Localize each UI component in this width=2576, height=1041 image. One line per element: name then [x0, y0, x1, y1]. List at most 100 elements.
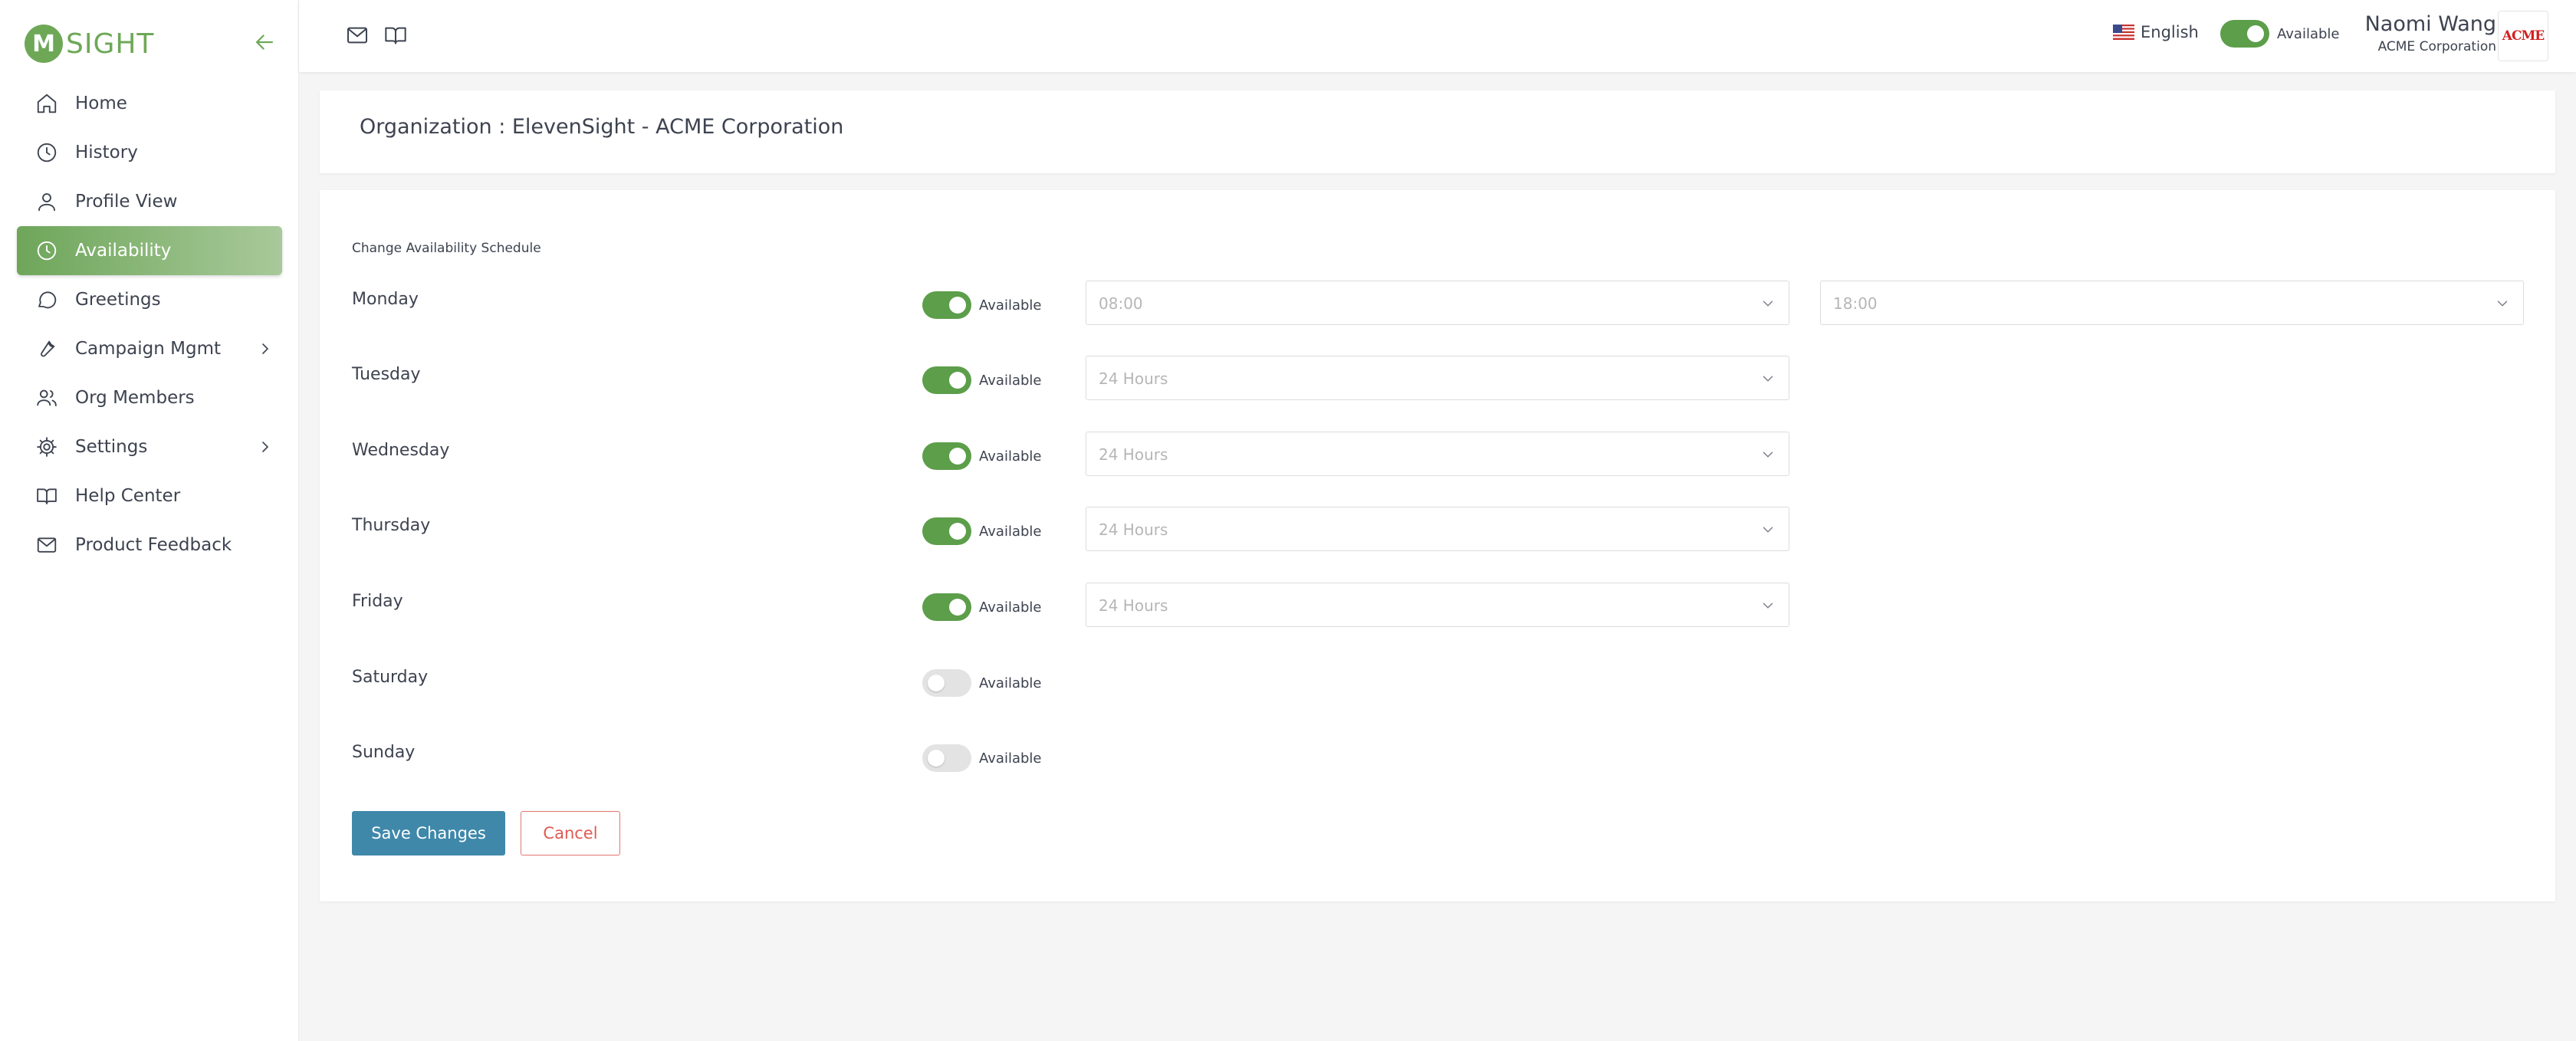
hours-select-thursday[interactable]: 24 Hours — [1086, 507, 1789, 551]
sidebar: M SIGHT Home History Profile View Availa… — [0, 0, 299, 1041]
toggle-knob — [2247, 25, 2264, 42]
sidebar-item-label: Greetings — [75, 290, 161, 310]
end-time-select-monday[interactable]: 18:00 — [1820, 281, 2524, 325]
sidebar-item-label: Settings — [75, 437, 148, 457]
chevron-down-icon — [1763, 527, 1773, 533]
select-value: 24 Hours — [1099, 369, 1168, 388]
topbar-mail-button[interactable] — [345, 23, 370, 48]
logo-mark: M — [25, 25, 63, 63]
user-organization: ACME Corporation — [2377, 39, 2496, 54]
toggle-knob — [949, 448, 966, 465]
clock-icon — [34, 140, 60, 166]
save-changes-button[interactable]: Save Changes — [352, 811, 505, 855]
sidebar-item-history[interactable]: History — [17, 128, 282, 177]
start-time-select-monday[interactable]: 08:00 — [1086, 281, 1789, 325]
home-icon — [34, 90, 60, 117]
toggle-knob — [949, 523, 966, 540]
availability-label: Available — [979, 675, 1042, 691]
user-icon — [34, 189, 60, 215]
toggle-knob — [928, 675, 945, 691]
sidebar-item-help-center[interactable]: Help Center — [17, 471, 282, 520]
day-label: Saturday — [352, 668, 429, 687]
sidebar-item-profile-view[interactable]: Profile View — [17, 177, 282, 226]
user-info[interactable]: Naomi Wang ACME Corporation — [2323, 12, 2496, 54]
sidebar-item-label: Campaign Mgmt — [75, 339, 221, 359]
app-logo[interactable]: M SIGHT — [25, 23, 154, 64]
day-label: Sunday — [352, 743, 416, 762]
global-availability-toggle[interactable] — [2220, 20, 2269, 48]
sidebar-item-availability[interactable]: Availability — [17, 226, 282, 275]
logo-text: SIGHT — [66, 28, 155, 60]
section-title: Change Availability Schedule — [352, 241, 541, 256]
chevron-down-icon — [1763, 300, 1773, 307]
arrow-left-icon — [255, 34, 274, 50]
sidebar-item-home[interactable]: Home — [17, 79, 282, 128]
book-icon — [34, 483, 60, 509]
sidebar-item-label: Home — [75, 94, 127, 113]
clock-icon — [34, 238, 60, 264]
availability-label: Available — [979, 297, 1042, 314]
day-label: Friday — [352, 592, 403, 611]
sidebar-item-campaign-mgmt[interactable]: Campaign Mgmt — [17, 324, 282, 373]
collapse-sidebar-button[interactable] — [251, 29, 278, 55]
sidebar-item-greetings[interactable]: Greetings — [17, 275, 282, 324]
schedule-row-wednesday: Wednesday Available 24 Hours — [320, 432, 2555, 481]
availability-toggle-friday[interactable] — [922, 593, 971, 621]
availability-toggle-thursday[interactable] — [922, 517, 971, 545]
sidebar-item-label: Product Feedback — [75, 535, 232, 555]
availability-toggle-tuesday[interactable] — [922, 366, 971, 394]
global-availability: Available — [2220, 20, 2339, 48]
schedule-row-saturday: Saturday Available — [320, 658, 2555, 708]
user-name: Naomi Wang — [2364, 12, 2496, 36]
select-value: 08:00 — [1099, 294, 1143, 313]
avatar[interactable]: ACME — [2498, 11, 2548, 61]
hours-select-wednesday[interactable]: 24 Hours — [1086, 432, 1789, 476]
availability-toggle-wednesday[interactable] — [922, 442, 971, 470]
language-selector[interactable]: English — [2113, 23, 2199, 41]
us-flag-icon — [2113, 25, 2134, 40]
tool-icon — [34, 336, 60, 362]
hours-select-friday[interactable]: 24 Hours — [1086, 583, 1789, 627]
sidebar-item-settings[interactable]: Settings — [17, 422, 282, 471]
day-label: Wednesday — [352, 441, 450, 460]
availability-label: Available — [979, 750, 1042, 767]
schedule-row-tuesday: Tuesday Available 24 Hours — [320, 356, 2555, 405]
book-icon — [385, 27, 406, 44]
hours-select-tuesday[interactable]: 24 Hours — [1086, 356, 1789, 400]
schedule-row-thursday: Thursday Available 24 Hours — [320, 507, 2555, 556]
chevron-down-icon — [2497, 300, 2508, 307]
select-value: 24 Hours — [1099, 445, 1168, 464]
chevron-right-icon — [262, 343, 269, 354]
sidebar-item-product-feedback[interactable]: Product Feedback — [17, 520, 282, 570]
availability-toggle-saturday[interactable] — [922, 669, 971, 697]
sidebar-item-label: Help Center — [75, 486, 181, 506]
day-label: Tuesday — [352, 365, 421, 384]
select-value: 24 Hours — [1099, 596, 1168, 615]
schedule-row-sunday: Sunday Available — [320, 734, 2555, 783]
cancel-button[interactable]: Cancel — [521, 811, 620, 855]
chevron-down-icon — [1763, 603, 1773, 609]
schedule-row-monday: Monday Available 08:00 18:00 — [320, 281, 2555, 330]
gear-icon — [34, 434, 60, 460]
chevron-right-icon — [262, 442, 269, 452]
select-value: 18:00 — [1833, 294, 1878, 313]
toggle-knob — [949, 372, 966, 389]
day-label: Monday — [352, 290, 419, 309]
topbar-help-button[interactable] — [383, 23, 408, 48]
availability-label: Available — [979, 599, 1042, 616]
availability-toggle-monday[interactable] — [922, 291, 971, 319]
toggle-knob — [928, 750, 945, 767]
availability-label: Available — [979, 448, 1042, 465]
users-icon — [34, 385, 60, 411]
sidebar-item-label: Org Members — [75, 388, 195, 408]
availability-label: Available — [979, 524, 1042, 540]
page-title: Organization : ElevenSight - ACME Corpor… — [360, 115, 844, 139]
sidebar-item-label: History — [75, 143, 138, 163]
day-label: Thursday — [352, 516, 431, 535]
chat-bubble-icon — [34, 287, 60, 313]
sidebar-item-label: Profile View — [75, 192, 178, 212]
availability-toggle-sunday[interactable] — [922, 744, 971, 772]
sidebar-item-org-members[interactable]: Org Members — [17, 373, 282, 422]
language-label: English — [2141, 23, 2199, 41]
schedule-row-friday: Friday Available 24 Hours — [320, 583, 2555, 632]
